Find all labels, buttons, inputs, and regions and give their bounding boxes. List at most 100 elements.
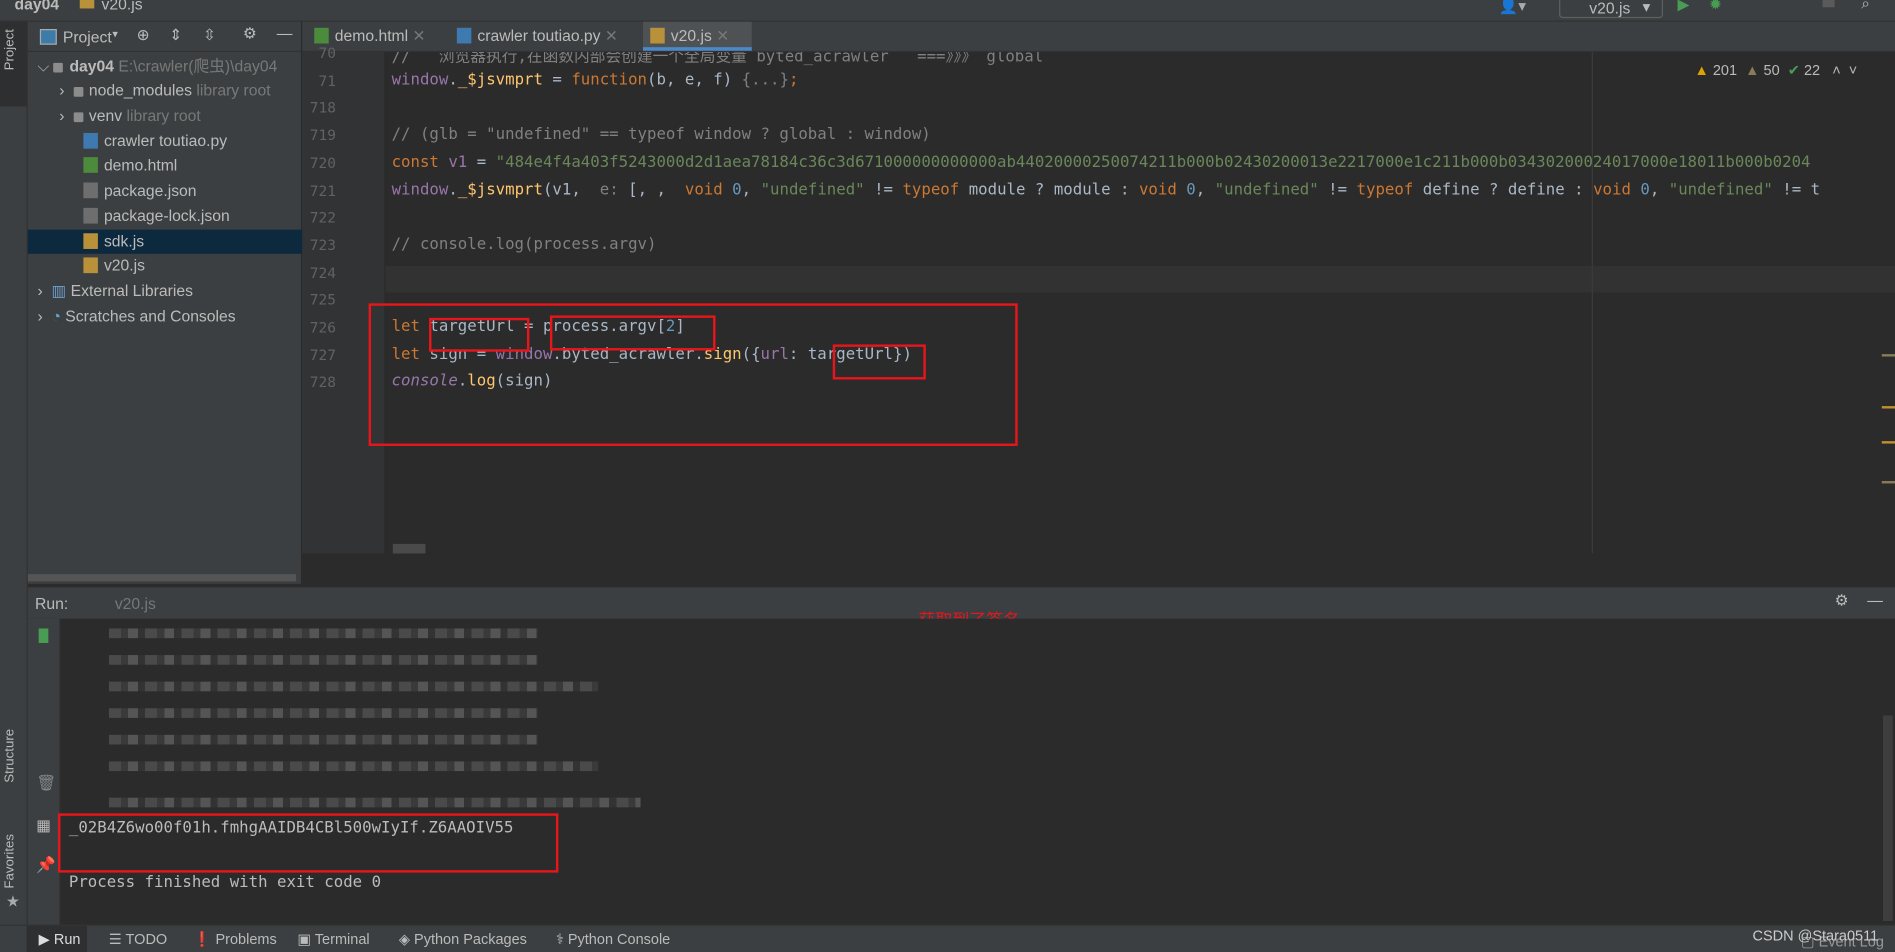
console-scrollbar[interactable]: [1882, 715, 1893, 921]
run-console[interactable]: _02B4Z6wo00f01h.fmhgAAIDB4CBl500wIyIf.Z6…: [60, 618, 1895, 925]
code-token: "484e4f4a403f5243000d2d1aea78184c36c3d67…: [495, 153, 1811, 172]
code-token: define ? define :: [1422, 180, 1594, 199]
library-icon: ▥: [51, 281, 71, 300]
bottom-tool-bar: ▶ Run ☰ TODO ❗ Problems ▣ Terminal ◈ Pyt…: [0, 924, 1895, 952]
tree-item-node-modules[interactable]: › node_modules library root: [28, 79, 333, 103]
line-number: 728: [309, 373, 336, 391]
code-token: ,: [741, 180, 761, 199]
tab-v20-js[interactable]: v20.js ✕: [642, 21, 752, 51]
highlight-box-process-argv: [549, 315, 716, 351]
project-icon: [39, 29, 57, 45]
code-token: (b, e, f): [647, 70, 742, 90]
bottom-tab-todo[interactable]: ☰ TODO: [109, 931, 167, 948]
code-line: const v1 = "484e4f4a403f5243000d2d1aea78…: [392, 153, 1811, 171]
terminal-icon: ▣: [297, 930, 312, 948]
project-view-select[interactable]: Project: [63, 28, 112, 46]
code-token: e:: [599, 180, 619, 199]
collapse-all-icon[interactable]: ⇳: [203, 25, 216, 44]
code-token: =: [542, 70, 572, 90]
code-token: .: [448, 180, 458, 199]
run-icon[interactable]: ▶: [1678, 0, 1690, 15]
trash-icon[interactable]: 🗑: [36, 774, 56, 793]
code-token: != t: [1772, 180, 1821, 199]
tree-item-venv[interactable]: › venv library root: [28, 104, 333, 128]
code-token: "undefined": [1214, 180, 1319, 199]
tab-crawler-toutiao[interactable]: crawler toutiao.py ✕: [456, 22, 636, 51]
bottom-tab-python-packages[interactable]: ◈ Python Packages: [399, 931, 527, 948]
hide-icon[interactable]: —: [1867, 591, 1883, 609]
structure-tool-tab[interactable]: Structure: [2, 729, 17, 783]
code-token: const: [391, 153, 449, 172]
locate-icon[interactable]: ⊕: [137, 25, 150, 44]
bottom-tab-terminal[interactable]: ▣ Terminal: [297, 931, 369, 948]
gear-icon[interactable]: ⚙: [1835, 591, 1849, 610]
code-token: void: [1593, 180, 1641, 199]
packages-icon: ◈: [398, 930, 410, 948]
code-token: {...}: [741, 70, 789, 90]
bottom-tab-problems[interactable]: ❗ Problems: [193, 931, 276, 948]
gear-icon[interactable]: ⚙: [243, 24, 257, 43]
code-token: (v1,: [542, 180, 600, 199]
caret-line: [385, 265, 1895, 293]
code-token: _$jsvmprt: [457, 180, 543, 199]
code-token: void: [1138, 180, 1187, 199]
breadcrumb-v20[interactable]: v20.js: [102, 0, 143, 13]
json-file-icon: [83, 207, 98, 224]
code-token: !=: [864, 180, 903, 199]
user-icon[interactable]: 👤▾: [1499, 0, 1526, 16]
code-token: v1: [448, 153, 468, 172]
js-file-icon: [79, 0, 95, 9]
line-number: 726: [309, 319, 336, 336]
project-tree: ⌵ day04 E:\crawler(爬虫)\day04 › node_modu…: [27, 51, 357, 584]
line-number: 718: [309, 99, 336, 117]
tree-item-external-libraries[interactable]: › ▥ External Libraries: [28, 279, 311, 303]
favorites-tool-tab[interactable]: Favorites: [2, 834, 17, 889]
code-token: function: [571, 70, 648, 90]
editor-hscroll[interactable]: [392, 543, 426, 554]
line-number: 719: [309, 127, 336, 144]
hide-icon[interactable]: —: [277, 24, 293, 42]
line-number: 725: [309, 291, 336, 309]
code-token: "undefined": [760, 180, 865, 199]
line-number: 71: [318, 72, 336, 90]
debug-icon[interactable]: ✹: [1709, 0, 1722, 15]
watermark: CSDN @Stara0511: [1752, 926, 1879, 944]
breadcrumb-day04[interactable]: day04: [15, 0, 60, 13]
line-number: 70: [318, 44, 336, 62]
search-icon[interactable]: ⌕: [1861, 0, 1870, 13]
code-token: window: [391, 180, 449, 199]
code-line: // 浏览器执行,在函数内部会创建一个全局变量 byted_acrawler =…: [392, 52, 1044, 67]
highlight-box-signature: [58, 813, 559, 873]
code-token: ,: [1649, 180, 1669, 199]
code-token: ,: [1195, 180, 1215, 199]
code-line: // (glb = "undefined" == typeof window ?…: [392, 126, 931, 144]
stop-icon[interactable]: [1822, 0, 1835, 8]
run-config-tab[interactable]: v20.js: [115, 595, 156, 613]
line-number: 727: [309, 346, 336, 364]
code-token: window: [391, 70, 449, 90]
rerun-icon[interactable]: [38, 628, 49, 643]
code-token: void: [684, 180, 733, 199]
pin-icon[interactable]: 📌: [36, 856, 56, 875]
error-stripe[interactable]: [1881, 52, 1895, 554]
star-icon: ★: [6, 891, 21, 911]
editor-tabs: demo.html ✕ crawler toutiao.py ✕ v20.js …: [302, 21, 1895, 52]
tree-item-scratches[interactable]: › ◔ Scratches and Consoles: [28, 305, 311, 329]
left-tool-stripe: Project Structure Favorites ★: [0, 21, 28, 925]
scratches-icon: ◔: [51, 306, 66, 326]
tree-item-day04[interactable]: ⌵ day04 E:\crawler(爬虫)\day04: [28, 54, 311, 78]
horizontal-scrollbar[interactable]: [27, 574, 297, 582]
project-tool-tab[interactable]: Project: [2, 29, 17, 70]
line-number: 724: [309, 264, 336, 282]
inspection-widget[interactable]: ▲ 201 ▲ 50 ✔ 22 ˄ ˅: [1694, 62, 1857, 79]
bottom-tab-run[interactable]: ▶ Run: [39, 931, 81, 948]
exit-message: Process finished with exit code 0: [68, 873, 382, 892]
expand-all-icon[interactable]: ⇕: [169, 25, 182, 44]
bottom-tab-python-console[interactable]: ⚕ Python Console: [556, 931, 670, 948]
run-config-select[interactable]: v20.js ▾: [1559, 0, 1664, 19]
code-token: // (glb = "undefined" == typeof window ?…: [391, 125, 931, 144]
layout-icon[interactable]: ▦: [36, 816, 51, 835]
code-token: _$jsvmprt: [457, 70, 543, 90]
line-number: 723: [309, 236, 336, 254]
highlight-box-targeturl: [429, 317, 530, 352]
